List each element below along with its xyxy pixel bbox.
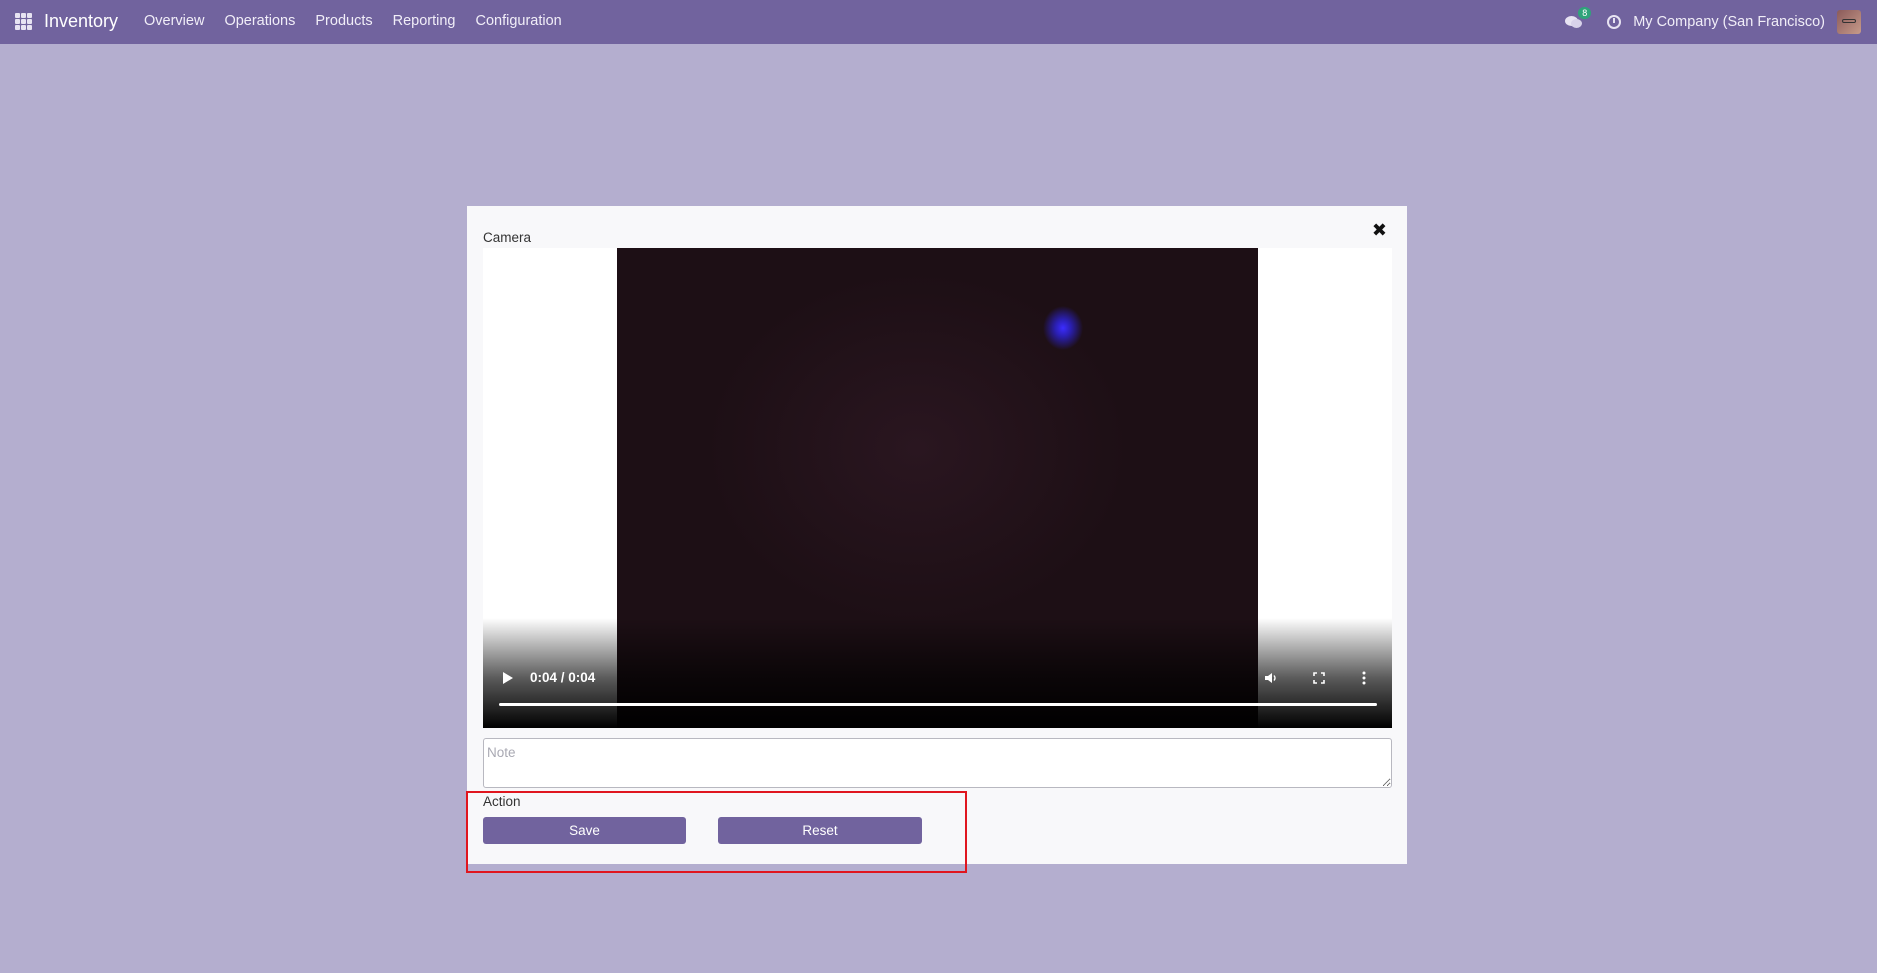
top-navbar: Inventory Overview Operations Products R… — [0, 0, 1877, 44]
action-label: Action — [483, 794, 521, 809]
camera-dialog: ✖ Camera 0:04 / 0:04 Action Save Reset — [467, 206, 1407, 864]
menu-item-configuration[interactable]: Configuration — [465, 13, 571, 29]
note-field[interactable] — [483, 738, 1392, 788]
camera-label: Camera — [483, 230, 532, 245]
volume-icon[interactable] — [1264, 671, 1278, 685]
close-icon[interactable]: ✖ — [1372, 220, 1387, 241]
save-button[interactable]: Save — [483, 817, 686, 844]
menu-item-reporting[interactable]: Reporting — [383, 13, 466, 29]
video-player[interactable]: 0:04 / 0:04 — [483, 248, 1392, 728]
menu-item-overview[interactable]: Overview — [134, 13, 214, 29]
play-icon[interactable] — [503, 672, 513, 684]
company-switcher[interactable]: My Company (San Francisco) — [1633, 14, 1825, 30]
chat-icon[interactable]: 8 — [1565, 7, 1592, 30]
menu-item-operations[interactable]: Operations — [214, 13, 305, 29]
video-seek-bar[interactable] — [499, 703, 1377, 706]
fullscreen-icon[interactable] — [1313, 672, 1325, 684]
app-brand[interactable]: Inventory — [44, 11, 118, 32]
avatar[interactable] — [1837, 10, 1861, 34]
navbar-right: 8 My Company (San Francisco) — [1565, 0, 1877, 44]
clock-icon[interactable] — [1607, 15, 1622, 29]
main-menu: Overview Operations Products Reporting C… — [134, 13, 572, 29]
chat-badge: 8 — [1578, 7, 1592, 19]
video-controls-overlay — [483, 618, 1392, 728]
video-time: 0:04 / 0:04 — [530, 670, 596, 685]
menu-item-products[interactable]: Products — [305, 13, 382, 29]
more-icon[interactable] — [1362, 671, 1366, 685]
grid-icon[interactable] — [15, 13, 32, 30]
reset-button[interactable]: Reset — [718, 817, 922, 844]
